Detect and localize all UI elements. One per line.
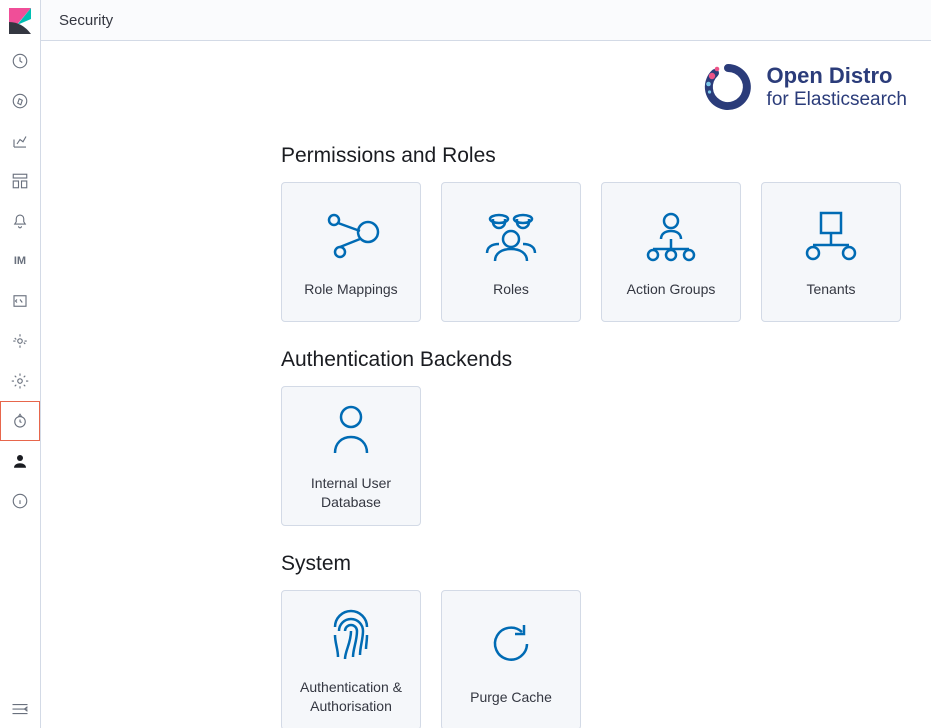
card-label: Action Groups — [621, 280, 722, 299]
brand-line1: Open Distro — [767, 63, 907, 88]
roles-icon — [481, 206, 541, 266]
card-label: Role Mappings — [298, 280, 403, 299]
section-permissions: Permissions and Roles Role Mappings — [281, 144, 915, 322]
section-title: Authentication Backends — [281, 348, 915, 372]
collapse-sidebar-icon[interactable] — [0, 694, 40, 724]
role-mappings-icon — [321, 206, 381, 266]
breadcrumb-bar: Security — [41, 0, 931, 41]
im-icon[interactable]: IM — [0, 241, 40, 281]
security-icon[interactable] — [0, 401, 40, 441]
dashboard-icon[interactable] — [0, 161, 40, 201]
sidebar: IM — [0, 0, 41, 728]
roles-card[interactable]: Roles — [441, 182, 581, 322]
card-label: Internal User Database — [282, 474, 420, 512]
visualize-icon[interactable] — [0, 121, 40, 161]
purge-cache-card[interactable]: Purge Cache — [441, 590, 581, 728]
brand-text: Open Distro for Elasticsearch — [767, 63, 907, 110]
card-row: Internal User Database — [281, 386, 915, 526]
recent-icon[interactable] — [0, 41, 40, 81]
management-icon[interactable] — [0, 361, 40, 401]
section-title: System — [281, 552, 915, 576]
auth-card[interactable]: Authentication & Authorisation — [281, 590, 421, 728]
opendistro-logo-icon — [703, 62, 753, 112]
action-groups-card[interactable]: Action Groups — [601, 182, 741, 322]
tenants-icon — [801, 206, 861, 266]
brand-logo-block: Open Distro for Elasticsearch — [57, 62, 915, 112]
fingerprint-icon — [321, 604, 381, 664]
action-groups-icon — [641, 206, 701, 266]
brand-line2: for Elasticsearch — [767, 89, 907, 111]
im-label: IM — [14, 255, 26, 267]
card-label: Purge Cache — [464, 688, 558, 707]
reload-icon — [481, 614, 541, 674]
alerting-icon[interactable] — [0, 201, 40, 241]
kibana-logo[interactable] — [0, 0, 41, 41]
section-auth-backends: Authentication Backends Internal User Da… — [281, 348, 915, 526]
role-mappings-card[interactable]: Role Mappings — [281, 182, 421, 322]
anomaly-icon[interactable] — [0, 321, 40, 361]
user-db-icon — [321, 400, 381, 460]
card-label: Roles — [487, 280, 535, 299]
card-label: Authentication & Authorisation — [282, 678, 420, 716]
card-row: Authentication & Authorisation Purge Cac… — [281, 590, 915, 728]
card-label: Tenants — [800, 280, 861, 299]
section-system: System Authentication & Authorisation — [281, 552, 915, 728]
card-row: Role Mappings Roles — [281, 182, 915, 322]
info-icon[interactable] — [0, 481, 40, 521]
page-title: Security — [59, 12, 113, 29]
discover-icon[interactable] — [0, 81, 40, 121]
internal-user-db-card[interactable]: Internal User Database — [281, 386, 421, 526]
tenants-card[interactable]: Tenants — [761, 182, 901, 322]
section-title: Permissions and Roles — [281, 144, 915, 168]
main-content: Open Distro for Elasticsearch Permission… — [41, 42, 931, 728]
devtools-icon[interactable] — [0, 281, 40, 321]
tenants-icon[interactable] — [0, 441, 40, 481]
